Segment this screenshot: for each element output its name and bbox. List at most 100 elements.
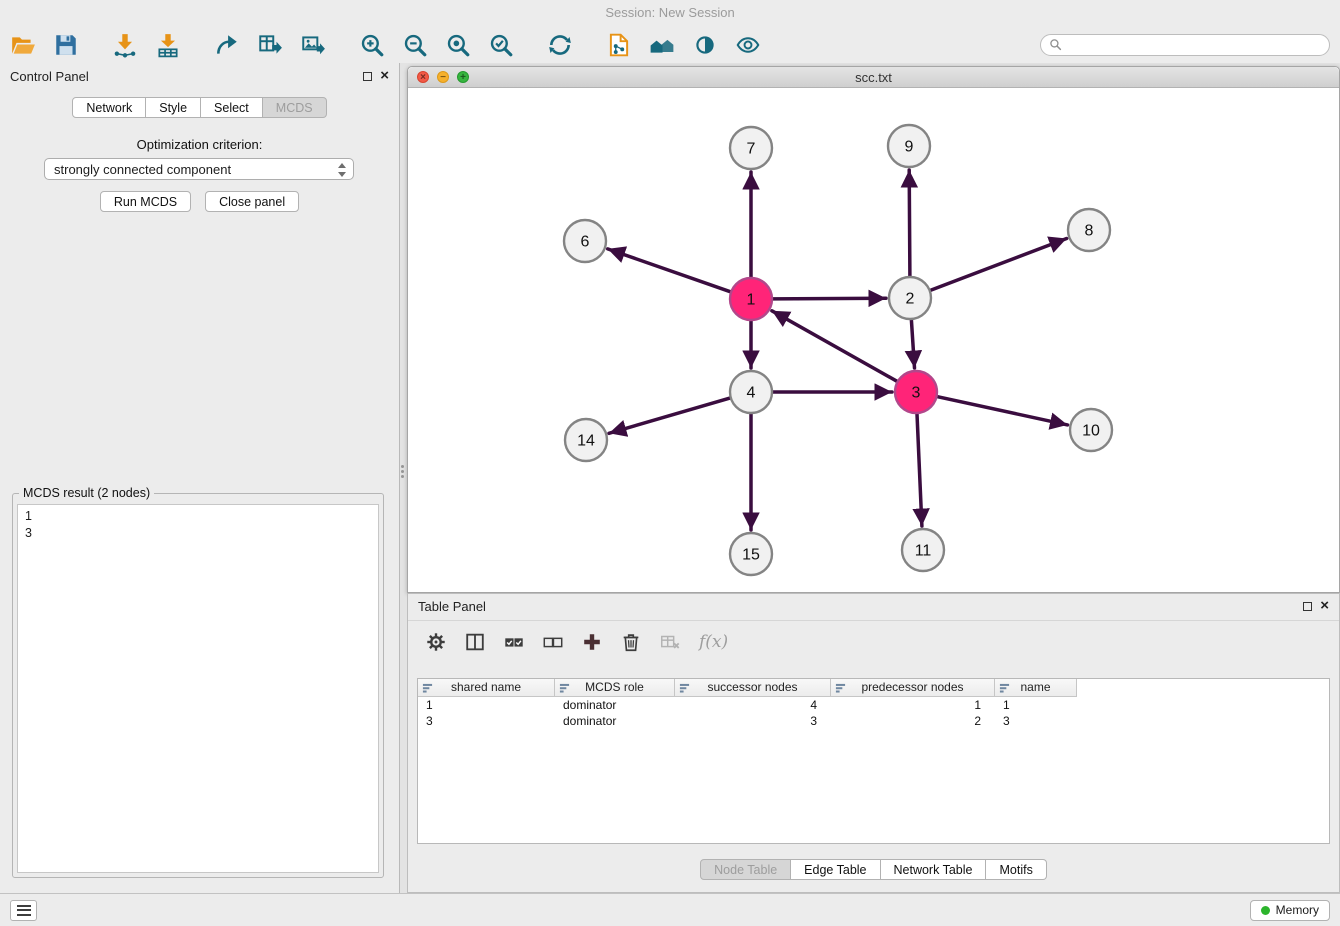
node-8[interactable]: 8 [1068,209,1110,251]
float-panel-icon[interactable] [363,72,372,81]
node-label: 9 [905,139,914,156]
sort-icon [835,682,846,693]
edge-2-to-3[interactable] [911,320,914,368]
import-table-icon[interactable] [153,30,183,60]
search-input[interactable] [1067,38,1321,52]
column-header-name[interactable]: name [995,679,1077,697]
network-window-title: scc.txt [855,70,892,85]
tab-network[interactable]: Network [72,97,146,118]
graphics-details-icon[interactable] [690,30,720,60]
tab-select[interactable]: Select [201,97,263,118]
cell-name[interactable]: 3 [995,713,1077,729]
mcds-result-list[interactable]: 13 [17,504,379,873]
column-header-label: name [1020,680,1050,694]
cell-successor-nodes[interactable]: 4 [675,697,831,713]
column-header-label: MCDS role [585,680,644,694]
close-panel-button[interactable]: Close panel [205,191,299,212]
node-label: 6 [581,234,590,251]
edge-1-to-6[interactable] [608,249,731,292]
show-columns-icon[interactable] [461,628,489,656]
tab-node-table[interactable]: Node Table [700,859,791,880]
show-hide-icon[interactable] [733,30,763,60]
edge-1-to-2[interactable] [773,298,886,299]
zoom-in-icon[interactable] [357,30,387,60]
cell-successor-nodes[interactable]: 3 [675,713,831,729]
node-7[interactable]: 7 [730,127,772,169]
cell-mcds-role[interactable]: dominator [555,697,675,713]
node-6[interactable]: 6 [564,220,606,262]
edge-3-to-10[interactable] [938,397,1068,425]
close-panel-icon[interactable] [380,71,389,81]
node-4[interactable]: 4 [730,371,772,413]
edge-2-to-9[interactable] [909,170,910,276]
status-bar: Memory [0,893,1340,926]
tab-style[interactable]: Style [146,97,201,118]
column-header-predecessor-nodes[interactable]: predecessor nodes [831,679,995,697]
tab-motifs[interactable]: Motifs [986,859,1046,880]
window-close-icon[interactable] [417,71,429,83]
window-minimize-icon[interactable] [437,71,449,83]
refresh-view-icon[interactable] [545,30,575,60]
column-header-successor-nodes[interactable]: successor nodes [675,679,831,697]
column-settings-gear-icon[interactable] [422,628,450,656]
column-header-mcds-role[interactable]: MCDS role [555,679,675,697]
float-table-panel-icon[interactable] [1303,602,1312,611]
vertical-splitter-handle[interactable] [401,465,404,468]
node-11[interactable]: 11 [902,529,944,571]
network-document-icon[interactable] [604,30,634,60]
export-table-icon[interactable] [255,30,285,60]
node-14[interactable]: 14 [565,419,607,461]
tab-edge-table[interactable]: Edge Table [791,859,880,880]
cell-predecessor-nodes[interactable]: 2 [831,713,995,729]
node-9[interactable]: 9 [888,125,930,167]
node-label: 11 [915,543,932,560]
cell-shared-name[interactable]: 3 [418,713,555,729]
delete-columns-icon[interactable] [617,628,645,656]
network-desktop: scc.txt 7968124314101511 Table Panel [400,63,1340,893]
search-field[interactable] [1040,34,1330,56]
table-panel-title: Table Panel [418,599,486,614]
cell-shared-name[interactable]: 1 [418,697,555,713]
import-network-icon[interactable] [110,30,140,60]
zoom-fit-icon[interactable] [443,30,473,60]
zoom-out-icon[interactable] [400,30,430,60]
edge-3-to-1[interactable] [772,311,897,381]
tab-network-table[interactable]: Network Table [881,859,987,880]
edge-2-to-8[interactable] [931,239,1067,291]
export-network-icon[interactable] [212,30,242,60]
column-header-shared-name[interactable]: shared name [418,679,555,697]
window-zoom-icon[interactable] [457,71,469,83]
home-networks-icon[interactable] [647,30,677,60]
edge-4-to-14[interactable] [609,398,730,433]
tab-mcds[interactable]: MCDS [263,97,327,118]
open-folder-icon[interactable] [8,30,38,60]
zoom-selected-icon[interactable] [486,30,516,60]
export-image-icon[interactable] [298,30,328,60]
run-mcds-button[interactable]: Run MCDS [100,191,191,212]
task-history-button[interactable] [10,900,37,921]
table-row[interactable]: 1dominator411 [418,697,1329,713]
mcds-result-groupbox: MCDS result (2 nodes) 13 [12,493,384,878]
node-2[interactable]: 2 [889,277,931,319]
node-10[interactable]: 10 [1070,409,1112,451]
network-canvas[interactable]: 7 9 6 8 1 2 4 3 14 10 15 11 [408,88,1339,592]
edge-3-to-11[interactable] [917,414,922,526]
node-label: 15 [742,547,760,564]
node-15[interactable]: 15 [730,533,772,575]
cell-mcds-role[interactable]: dominator [555,713,675,729]
node-1[interactable]: 1 [730,278,772,320]
node-3[interactable]: 3 [895,371,937,413]
cell-predecessor-nodes[interactable]: 1 [831,697,995,713]
select-all-columns-icon[interactable] [500,628,528,656]
table-row[interactable]: 3dominator323 [418,713,1329,729]
unselect-all-columns-icon[interactable] [539,628,567,656]
node-label: 7 [747,141,756,158]
save-session-icon[interactable] [51,30,81,60]
memory-button[interactable]: Memory [1250,900,1330,921]
close-table-panel-icon[interactable] [1320,601,1329,611]
create-new-column-icon[interactable] [578,628,606,656]
node-label: 2 [906,291,915,308]
cell-name[interactable]: 1 [995,697,1077,713]
network-window-titlebar[interactable]: scc.txt [408,67,1339,88]
optimization-criterion-select[interactable]: strongly connected component [44,158,354,180]
